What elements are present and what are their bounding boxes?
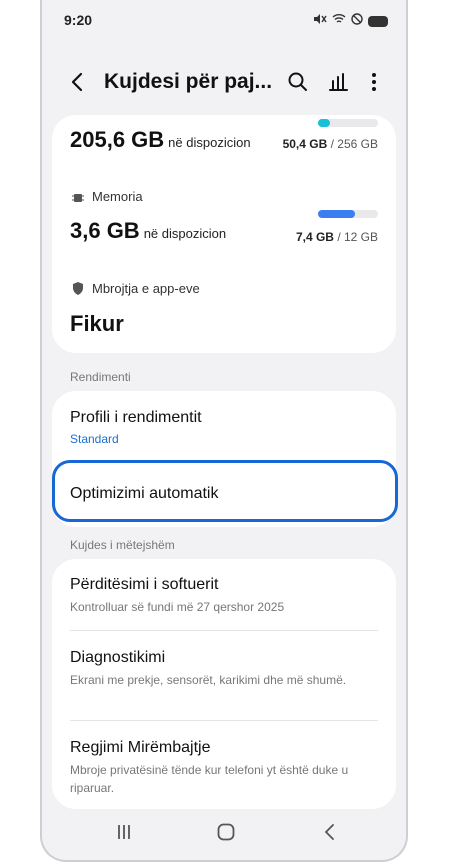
auto-optimization-highlight[interactable]	[52, 460, 398, 522]
memory-available-value: 3,6 GB	[70, 218, 140, 243]
memory-total: / 12 GB	[337, 230, 378, 244]
dnd-icon	[351, 12, 363, 30]
divider	[70, 630, 378, 631]
memory-chip-icon	[72, 191, 84, 203]
device-status-card: 205,6 GB në dispozicion 50,4 GB / 256 GB …	[52, 115, 396, 353]
maintenance-mode-sub: Mbroje privatësinë tënde kur telefoni yt…	[70, 763, 349, 795]
further-care-card: Përditësimi i softuerit Kontrolluar së f…	[52, 559, 396, 809]
storage-total: / 256 GB	[330, 137, 378, 151]
search-icon[interactable]	[284, 68, 312, 96]
memory-used: 7,4 GB	[295, 230, 334, 244]
divider	[70, 720, 378, 721]
software-update-sub: Kontrolluar së fundi më 27 qershor 2025	[70, 600, 285, 614]
navigation-bar	[42, 808, 406, 860]
app-bar: Kujdesi për paj...	[42, 62, 406, 102]
page-title: Kujdesi për paj...	[104, 70, 273, 93]
wifi-icon	[332, 12, 346, 30]
phone-frame: 9:20 Kujdesi për paj... 205,6 GB në disp…	[40, 0, 408, 862]
mute-icon	[313, 12, 327, 30]
back-arrow-icon[interactable]	[64, 68, 92, 96]
memory-available: 3,6 GB në dispozicion	[70, 218, 226, 244]
performance-profile-title[interactable]: Profili i rendimentit	[70, 409, 202, 427]
storage-bar	[318, 119, 378, 127]
home-icon[interactable]	[214, 820, 238, 844]
battery-icon	[368, 15, 388, 27]
storage-used: 50,4 GB	[282, 137, 328, 151]
shield-icon	[72, 282, 84, 295]
storage-bar-fill	[318, 119, 330, 127]
software-update-title[interactable]: Përditësimi i softuerit	[70, 576, 219, 594]
memory-available-suffix: në dispozicion	[143, 226, 227, 241]
performance-profile-value[interactable]: Standard	[70, 432, 119, 446]
recents-icon[interactable]	[112, 820, 136, 844]
status-bar: 9:20	[42, 10, 406, 32]
back-nav-icon[interactable]	[318, 820, 342, 844]
diagnostics-sub: Ekrani me prekje, sensorët, karikimi dhe…	[70, 673, 347, 687]
maintenance-mode-title[interactable]: Regjimi Mirëmbajtje	[70, 739, 210, 757]
app-protection-value[interactable]: Fikur	[70, 311, 124, 337]
memory-bar-fill	[318, 210, 356, 218]
status-icons	[313, 12, 388, 30]
more-vertical-icon[interactable]	[360, 68, 388, 96]
storage-available: 205,6 GB në dispozicion	[70, 127, 251, 153]
memory-label: Memoria	[92, 189, 143, 204]
storage-available-suffix: në dispozicion	[168, 135, 251, 150]
storage-available-value: 205,6 GB	[70, 127, 165, 152]
status-time: 9:20	[64, 12, 93, 28]
memory-bar	[318, 210, 378, 218]
diagnostics-title[interactable]: Diagnostikimi	[70, 649, 165, 667]
section-further-care: Kujdes i mëtejshëm	[70, 538, 175, 552]
section-performance: Rendimenti	[70, 370, 131, 384]
app-protection-label: Mbrojtja e app-eve	[92, 281, 200, 296]
chart-icon[interactable]	[325, 68, 353, 96]
storage-usage: 50,4 GB / 256 GB	[283, 137, 378, 151]
memory-usage: 7,4 GB / 12 GB	[296, 230, 378, 244]
